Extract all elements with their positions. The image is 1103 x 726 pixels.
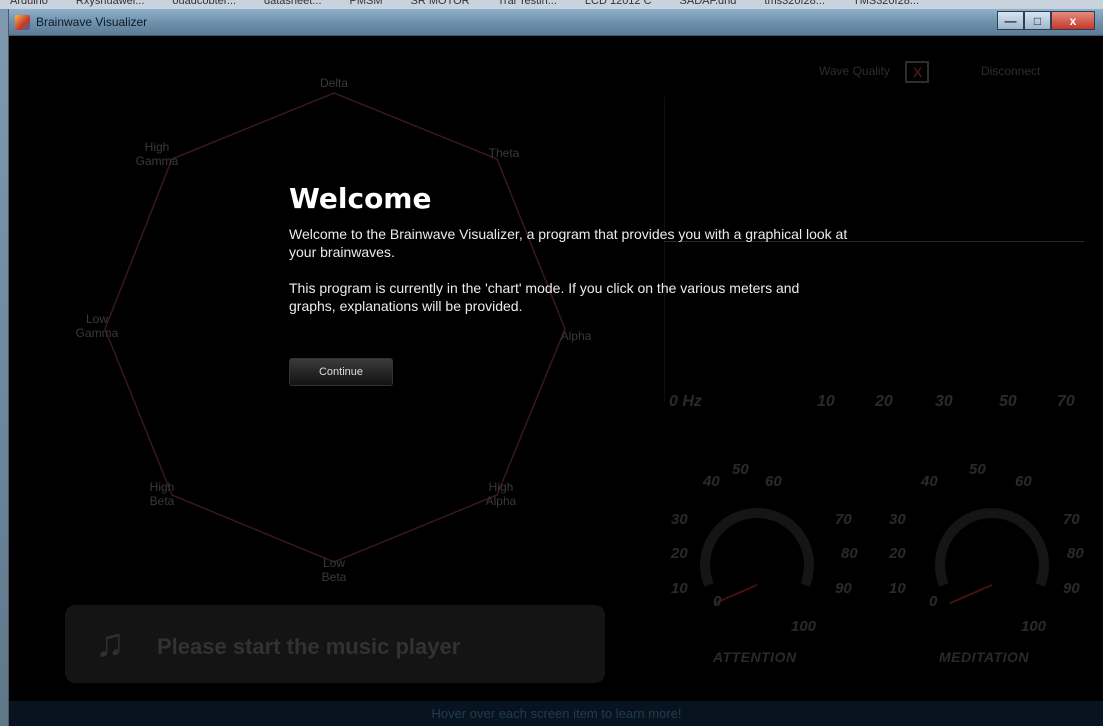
hover-hint-bar: Hover over each screen item to learn mor… <box>9 701 1103 726</box>
meditation-tick-0: 0 <box>929 593 938 610</box>
attention-tick-80: 80 <box>841 545 858 562</box>
attention-tick-30: 30 <box>671 511 688 528</box>
music-player-message: Please start the music player <box>157 634 461 659</box>
taskbar-item[interactable]: LCD 12012 C <box>585 0 652 7</box>
meditation-tick-40: 40 <box>921 473 938 490</box>
app-icon <box>15 15 30 30</box>
meditation-tick-30: 30 <box>889 511 906 528</box>
close-button[interactable]: x <box>1051 11 1095 30</box>
app-window: Brainwave Visualizer — □ x Delta Theta A… <box>8 9 1103 726</box>
window-title: Brainwave Visualizer <box>36 15 148 29</box>
meditation-gauge[interactable] <box>935 508 1049 605</box>
meditation-tick-20: 20 <box>889 545 906 562</box>
attention-gauge[interactable] <box>700 508 814 605</box>
taskbar-item[interactable]: TMS320f28... <box>853 0 919 7</box>
meditation-gauge-needle <box>949 584 993 605</box>
window-controls: — □ x <box>997 11 1095 30</box>
meditation-tick-90: 90 <box>1063 580 1080 597</box>
taskbar-item[interactable]: PMSM <box>350 0 383 7</box>
taskbar-item[interactable]: Trai Testin... <box>498 0 557 7</box>
taskbar-items: Arduino Rxyshuawei... ouadcobter... datashe… <box>10 0 919 7</box>
attention-gauge-dial <box>700 508 814 587</box>
attention-tick-60: 60 <box>765 473 782 490</box>
attention-tick-90: 90 <box>835 580 852 597</box>
continue-button[interactable]: Continue <box>289 358 393 386</box>
meditation-tick-60: 60 <box>1015 473 1032 490</box>
welcome-paragraph-1: Welcome to the Brainwave Visualizer, a p… <box>289 226 848 260</box>
taskbar-strip: Arduino Rxyshuawei... ouadcobter... datashe… <box>0 0 1103 9</box>
minimize-button[interactable]: — <box>997 11 1024 30</box>
music-note-icon: ♫ <box>95 621 125 665</box>
attention-tick-70: 70 <box>835 511 852 528</box>
taskbar-item[interactable]: datasheet... <box>264 0 322 7</box>
taskbar-item[interactable]: SADAF.dnd <box>680 0 737 7</box>
desktop-edge <box>0 9 8 726</box>
meditation-tick-50: 50 <box>969 461 986 478</box>
attention-tick-40: 40 <box>703 473 720 490</box>
title-bar[interactable]: Brainwave Visualizer — □ x <box>9 9 1103 36</box>
maximize-button[interactable]: □ <box>1024 11 1051 30</box>
welcome-title: Welcome <box>289 182 432 215</box>
hover-hint-text: Hover over each screen item to learn mor… <box>431 706 682 721</box>
attention-title: ATTENTION <box>713 649 797 665</box>
meditation-tick-100: 100 <box>1021 618 1047 635</box>
taskbar-item[interactable]: ouadcobter... <box>172 0 236 7</box>
attention-tick-0: 0 <box>713 593 722 610</box>
app-content: Delta Theta Alpha High Alpha Low Beta Hi… <box>9 37 1103 726</box>
attention-tick-20: 20 <box>671 545 688 562</box>
welcome-paragraph-2: This program is currently in the 'chart'… <box>289 280 800 314</box>
meditation-tick-80: 80 <box>1067 545 1084 562</box>
taskbar-item[interactable]: tms320f28... <box>764 0 825 7</box>
music-player-panel[interactable]: ♫ Please start the music player <box>65 605 605 683</box>
meditation-gauge-dial <box>935 508 1049 587</box>
taskbar-item[interactable]: Arduino <box>10 0 48 7</box>
taskbar-item[interactable]: Rxyshuawei... <box>76 0 144 7</box>
taskbar-item[interactable]: SR MOTOR <box>411 0 470 7</box>
meditation-title: MEDITATION <box>939 649 1030 665</box>
attention-tick-10: 10 <box>671 580 688 597</box>
welcome-dialog: Welcome Welcome to the Brainwave Visuali… <box>289 182 849 386</box>
meditation-tick-10: 10 <box>889 580 906 597</box>
attention-tick-100: 100 <box>791 618 817 635</box>
attention-tick-50: 50 <box>732 461 749 478</box>
meditation-tick-70: 70 <box>1063 511 1080 528</box>
